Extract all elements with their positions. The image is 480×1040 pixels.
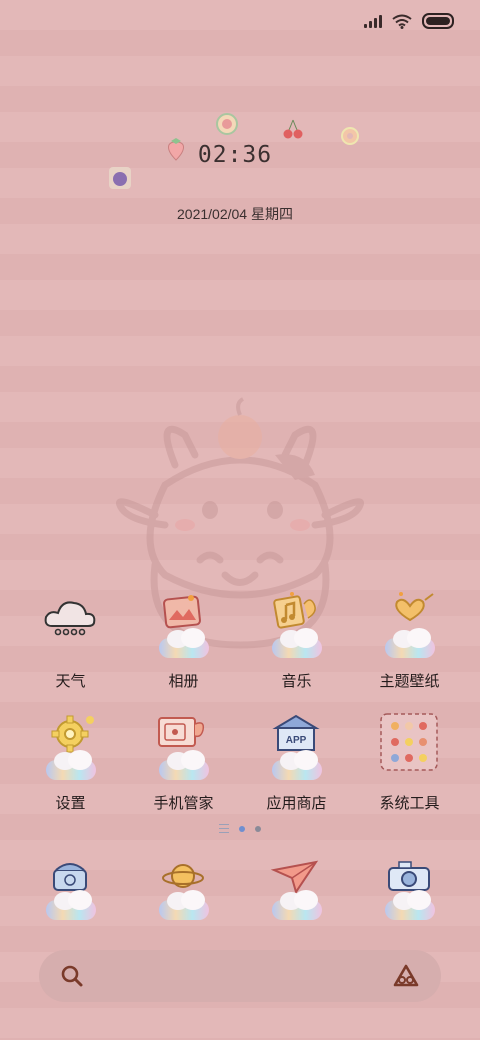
cherry-icon bbox=[283, 119, 303, 139]
wifi-icon bbox=[392, 14, 412, 29]
app-row-2: 设置 手机管家 APP 应用商店 系统工具 bbox=[0, 712, 480, 813]
app-store-icon[interactable]: APP bbox=[262, 712, 332, 782]
themes-icon[interactable] bbox=[375, 590, 445, 660]
flower-icon bbox=[216, 113, 238, 135]
clock-date[interactable]: 2021/02/04 星期四 bbox=[0, 204, 470, 224]
rainbow-cloud-decoration bbox=[271, 628, 322, 658]
app-label: 手机管家 bbox=[153, 795, 214, 812]
app-label: 相册 bbox=[168, 673, 199, 690]
dock bbox=[0, 852, 480, 922]
app-label: 天气 bbox=[55, 673, 86, 690]
app-music[interactable]: 音乐 bbox=[240, 590, 353, 691]
app-store[interactable]: APP 应用商店 bbox=[240, 712, 353, 813]
rainbow-cloud-decoration bbox=[45, 890, 96, 920]
rainbow-cloud-decoration bbox=[158, 628, 209, 658]
grape-icon bbox=[109, 167, 131, 189]
dock-browser[interactable] bbox=[127, 852, 240, 922]
app-row-1: 天气 相册 音乐 主题壁纸 bbox=[0, 590, 480, 691]
app-system-tools-folder[interactable]: 系统工具 bbox=[353, 712, 466, 813]
page-list-icon[interactable] bbox=[219, 824, 229, 833]
dock-camera[interactable] bbox=[353, 852, 466, 922]
app-weather[interactable]: 天气 bbox=[14, 590, 127, 691]
clock-time[interactable]: 02:36 bbox=[0, 142, 470, 168]
rainbow-cloud-decoration bbox=[45, 750, 96, 780]
app-label: 设置 bbox=[55, 795, 86, 812]
phone-icon[interactable] bbox=[36, 852, 106, 922]
settings-gear-icon[interactable] bbox=[36, 712, 106, 782]
app-themes[interactable]: 主题壁纸 bbox=[353, 590, 466, 691]
app-store-badge-text: APP bbox=[285, 735, 306, 746]
search-icon[interactable] bbox=[59, 963, 85, 989]
app-settings[interactable]: 设置 bbox=[14, 712, 127, 813]
messages-plane-icon[interactable] bbox=[262, 852, 332, 922]
app-security[interactable]: 手机管家 bbox=[127, 712, 240, 813]
battery-icon bbox=[422, 13, 454, 29]
page-indicator[interactable] bbox=[0, 824, 480, 833]
page-dot[interactable] bbox=[255, 825, 261, 832]
search-bar[interactable] bbox=[39, 950, 441, 1002]
rainbow-cloud-decoration bbox=[271, 890, 322, 920]
signal-bars-icon bbox=[364, 14, 382, 28]
system-tools-folder-icon[interactable] bbox=[375, 712, 445, 782]
gallery-icon[interactable] bbox=[149, 590, 219, 660]
app-gallery[interactable]: 相册 bbox=[127, 590, 240, 691]
app-label: 系统工具 bbox=[379, 795, 440, 812]
app-label: 音乐 bbox=[281, 673, 312, 690]
status-bar bbox=[364, 10, 454, 32]
rainbow-cloud-decoration bbox=[158, 750, 209, 780]
page-dot-active[interactable] bbox=[239, 825, 245, 832]
dock-phone[interactable] bbox=[14, 852, 127, 922]
assistant-icon[interactable] bbox=[391, 963, 421, 989]
weather-cloud-icon[interactable] bbox=[36, 590, 106, 660]
camera-icon[interactable] bbox=[375, 852, 445, 922]
app-label: 主题壁纸 bbox=[379, 673, 440, 690]
rainbow-cloud-decoration bbox=[384, 890, 435, 920]
security-icon[interactable] bbox=[149, 712, 219, 782]
rainbow-cloud-decoration bbox=[158, 890, 209, 920]
browser-planet-icon[interactable] bbox=[149, 852, 219, 922]
app-label: 应用商店 bbox=[266, 795, 327, 812]
rainbow-cloud-decoration bbox=[384, 628, 435, 658]
music-icon[interactable] bbox=[262, 590, 332, 660]
rainbow-cloud-decoration bbox=[271, 750, 322, 780]
dock-messages[interactable] bbox=[240, 852, 353, 922]
